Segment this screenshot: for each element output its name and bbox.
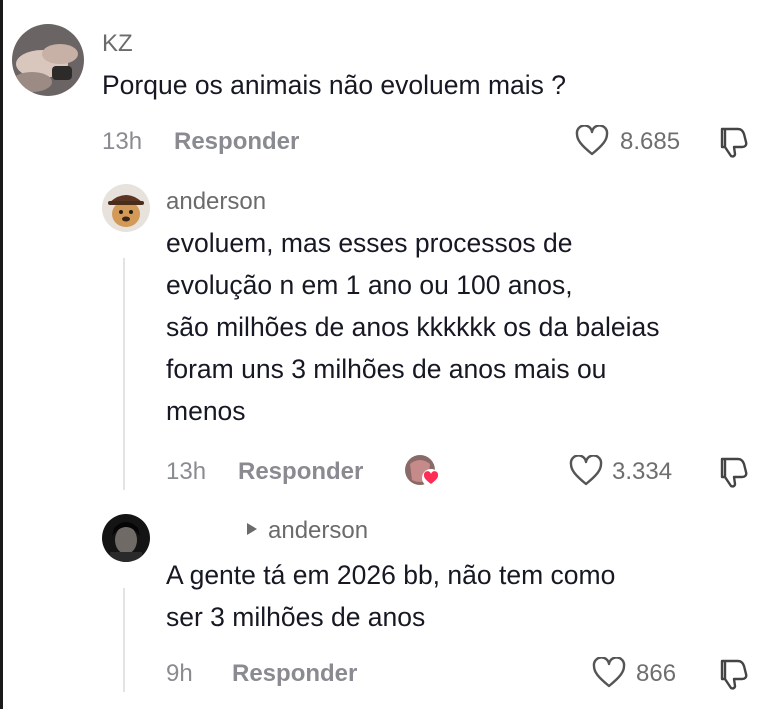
avatar[interactable] [102,514,150,562]
reply-button[interactable]: Responder [174,128,299,156]
reply-button[interactable]: Responder [232,660,357,688]
comment-text: evoluem, mas esses processos de evolução… [166,222,659,432]
like-count: 866 [636,660,677,687]
reply-to-username[interactable]: anderson [268,517,368,545]
thumbs-down-icon[interactable] [714,124,750,165]
thread-line [123,258,125,490]
like-count: 3.334 [612,458,673,485]
heart-outline-icon[interactable] [592,656,626,694]
thumbs-down-icon[interactable] [714,656,750,697]
comment-text: A gente tá em 2026 bb, não tem como ser … [166,554,615,638]
heart-outline-icon[interactable] [569,454,603,492]
comment-text-line: evoluem, mas esses processos de [166,228,573,258]
comment-text-line: são milhões de anos kkkkkk os da baleias [166,312,660,342]
like-count: 8.685 [620,128,681,155]
comment-text-line: Porque os animais não evoluem mais ? [102,70,566,100]
comment-text-line: foram uns 3 milhões de anos mais ou [166,354,607,384]
comment-timestamp: 9h [166,660,193,687]
comment-timestamp: 13h [166,458,207,485]
comment-timestamp: 13h [102,128,143,155]
comment-text-line: menos [166,396,246,426]
comment-username[interactable]: anderson [166,188,266,216]
avatar[interactable] [102,184,150,232]
heart-outline-icon[interactable] [575,124,609,162]
comment-username[interactable]: KZ [102,30,133,58]
comment-text: Porque os animais não evoluem mais ? [102,64,566,106]
creator-like-badge-icon [404,454,442,493]
comment-text-line: A gente tá em 2026 bb, não tem como [166,560,616,590]
reply-button[interactable]: Responder [238,458,363,486]
comment-text-line: evolução n em 1 ano ou 100 anos, [166,270,573,300]
triangle-right-icon [246,522,258,541]
thumbs-down-icon[interactable] [714,454,750,495]
avatar[interactable] [12,24,84,96]
left-border [0,0,3,709]
comment-text-line: ser 3 milhões de anos [166,602,426,632]
thread-line [123,588,125,692]
